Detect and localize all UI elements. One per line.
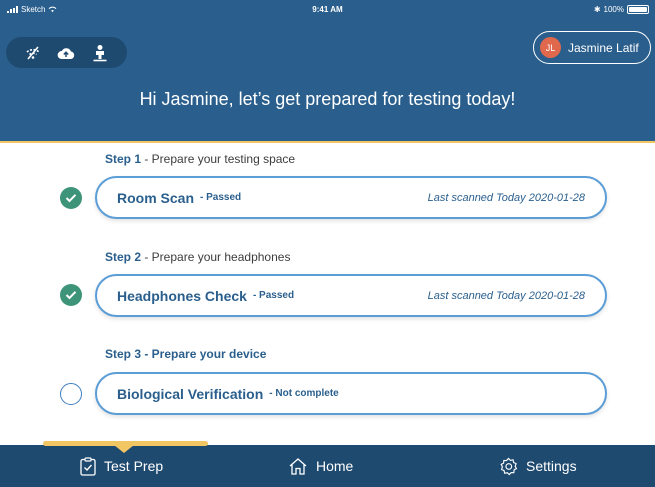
step-1-label: Step 1 - Prepare your testing space <box>105 152 295 166</box>
step-2-number: Step 2 <box>105 250 142 264</box>
toolbar <box>6 37 127 68</box>
tab-home[interactable]: Home <box>288 445 353 487</box>
battery-icon <box>627 5 649 14</box>
step-2-label: Step 2 - Prepare your headphones <box>105 250 290 264</box>
step-2-description: - Prepare your headphones <box>141 250 291 264</box>
step-3-checkbox[interactable] <box>60 383 82 405</box>
step-1-checkbox[interactable] <box>60 187 82 209</box>
checkmark-icon <box>65 194 77 203</box>
header: Sketch 9:41 AM ✱ 100% JL Jasmine Latif H… <box>0 0 655 141</box>
user-name: Jasmine Latif <box>568 40 639 55</box>
person-location-icon[interactable] <box>89 42 111 64</box>
card-status: - Passed <box>252 290 295 301</box>
cloud-upload-icon[interactable] <box>55 42 77 64</box>
status-time: 9:41 AM <box>312 5 343 14</box>
status-bar: Sketch 9:41 AM ✱ 100% <box>0 0 655 20</box>
step-2-checkbox[interactable] <box>60 284 82 306</box>
card-last-scanned: Last scanned Today 2020-01-28 <box>427 289 585 302</box>
card-title: Headphones Check <box>117 287 247 304</box>
no-wifi-icon[interactable] <box>22 42 44 64</box>
bluetooth-icon: ✱ <box>593 5 601 14</box>
step-3-number: Step 3 <box>105 347 142 361</box>
home-icon <box>289 458 307 475</box>
tab-label: Test Prep <box>104 458 164 474</box>
card-title: Room Scan <box>117 189 195 206</box>
card-last-scanned: Last scanned Today 2020-01-28 <box>427 191 585 204</box>
tab-label: Home <box>316 458 354 474</box>
biological-verification-card[interactable]: Biological Verification - Not complete <box>95 372 607 415</box>
active-tab-caret <box>114 445 134 453</box>
step-3-description: - Prepare your device <box>141 347 267 361</box>
bottom-tab-bar: Test Prep Home Settings <box>0 445 655 487</box>
card-status: - Not complete <box>269 388 339 399</box>
avatar: JL <box>540 37 561 58</box>
card-title: Biological Verification <box>117 385 264 402</box>
step-1-number: Step 1 <box>105 152 142 166</box>
clipboard-check-icon <box>80 456 96 476</box>
greeting-heading: Hi Jasmine, let’s get prepared for testi… <box>139 89 516 109</box>
tab-label: Settings <box>526 458 577 474</box>
step-3-label: Step 3 - Prepare your device <box>105 347 266 361</box>
tab-settings[interactable]: Settings <box>499 445 577 487</box>
card-status: - Passed <box>200 192 242 203</box>
gear-icon <box>500 457 518 475</box>
headphones-check-card[interactable]: Headphones Check - Passed Last scanned T… <box>95 274 607 317</box>
step-1-description: - Prepare your testing space <box>141 152 296 166</box>
checkmark-icon <box>65 291 77 300</box>
battery-label: 100% <box>603 5 624 14</box>
room-scan-card[interactable]: Room Scan - Passed Last scanned Today 20… <box>95 176 607 219</box>
header-divider <box>0 141 655 143</box>
user-profile-button[interactable]: JL Jasmine Latif <box>533 31 651 64</box>
